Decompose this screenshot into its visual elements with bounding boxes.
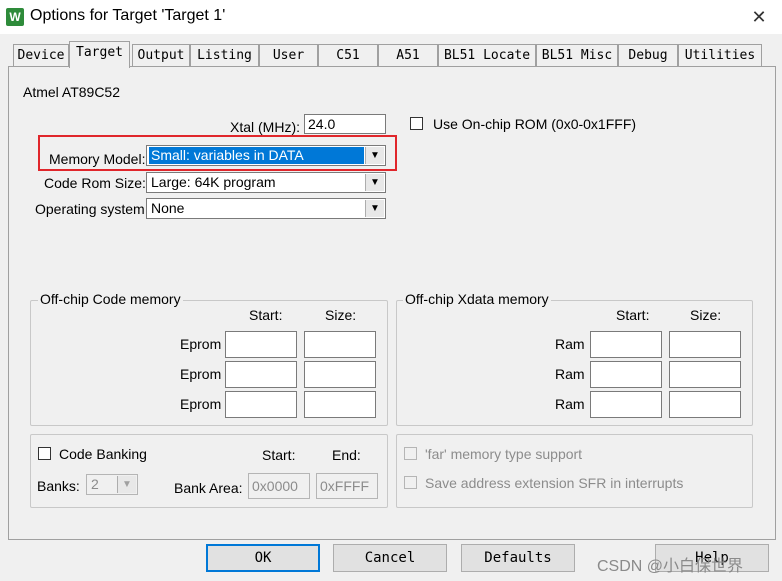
offchip-xdata-title: Off-chip Xdata memory: [403, 291, 551, 307]
ram-start-input[interactable]: [590, 391, 662, 418]
tab-bl51-misc[interactable]: BL51 Misc: [536, 44, 618, 67]
tab-target[interactable]: Target: [69, 41, 130, 68]
operating-system-value: None: [151, 200, 185, 216]
far-memory-label: 'far' memory type support: [425, 446, 583, 462]
xtal-input[interactable]: 24.0: [304, 114, 386, 134]
banks-value: 2: [91, 476, 99, 492]
xtal-label: Xtal (MHz):: [230, 119, 300, 135]
eprom-label: Eprom: [180, 396, 222, 412]
close-icon[interactable]: ✕: [742, 2, 776, 32]
offchip-xdata-start-header: Start:: [616, 307, 650, 323]
offchip-code-size-header: Size:: [325, 307, 357, 323]
offchip-code-title: Off-chip Code memory: [38, 291, 183, 307]
eprom-size-input[interactable]: [304, 331, 376, 358]
operating-system-select[interactable]: None ▼: [146, 198, 386, 219]
window-title: Options for Target 'Target 1': [30, 7, 226, 24]
keil-app-icon: W: [6, 8, 24, 26]
code-banking-checkbox[interactable]: [38, 447, 51, 460]
tab-device[interactable]: Device: [13, 44, 69, 67]
ram-size-input[interactable]: [669, 331, 741, 358]
far-memory-checkbox[interactable]: [404, 447, 417, 460]
use-onchip-rom-label: Use On-chip ROM (0x0-0x1FFF): [433, 116, 637, 132]
ram-size-input[interactable]: [669, 361, 741, 388]
eprom-start-input[interactable]: [225, 361, 297, 388]
eprom-start-input[interactable]: [225, 391, 297, 418]
tab-a51[interactable]: A51: [378, 44, 438, 67]
eprom-label: Eprom: [180, 336, 222, 352]
title-bar: W Options for Target 'Target 1' ✕: [0, 0, 782, 34]
eprom-start-input[interactable]: [225, 331, 297, 358]
bank-area-start-input[interactable]: 0x0000: [248, 473, 310, 499]
ok-button[interactable]: OK: [206, 544, 320, 572]
ram-start-input[interactable]: [590, 361, 662, 388]
eprom-size-input[interactable]: [304, 391, 376, 418]
ram-start-input[interactable]: [590, 331, 662, 358]
memory-model-highlight-box: [38, 135, 397, 171]
tab-utilities[interactable]: Utilities: [678, 44, 762, 67]
code-rom-size-value: Large: 64K program: [151, 174, 276, 190]
operating-system-label: Operating system:: [35, 201, 149, 217]
ram-label: Ram: [555, 336, 585, 352]
bank-area-label: Bank Area:: [174, 480, 243, 496]
tab-listing[interactable]: Listing: [190, 44, 259, 67]
device-name: Atmel AT89C52: [23, 84, 121, 100]
tab-output[interactable]: Output: [132, 44, 190, 67]
csdn-watermark: CSDN @小白保世界: [597, 558, 744, 575]
offchip-xdata-size-header: Size:: [690, 307, 722, 323]
bank-area-end-input[interactable]: 0xFFFF: [316, 473, 378, 499]
chevron-down-icon[interactable]: ▼: [365, 200, 384, 217]
cancel-button[interactable]: Cancel: [333, 544, 447, 572]
code-rom-size-select[interactable]: Large: 64K program ▼: [146, 172, 386, 193]
chevron-down-icon[interactable]: ▼: [117, 476, 136, 493]
ram-size-input[interactable]: [669, 391, 741, 418]
eprom-label: Eprom: [180, 366, 222, 382]
tab-debug[interactable]: Debug: [618, 44, 678, 67]
tab-bl51-locate[interactable]: BL51 Locate: [438, 44, 536, 67]
ram-label: Ram: [555, 396, 585, 412]
save-sfr-checkbox[interactable]: [404, 476, 417, 489]
bank-end-header: End:: [332, 447, 361, 463]
chevron-down-icon[interactable]: ▼: [365, 174, 384, 191]
defaults-button[interactable]: Defaults: [461, 544, 575, 572]
eprom-size-input[interactable]: [304, 361, 376, 388]
ram-label: Ram: [555, 366, 585, 382]
use-onchip-rom-checkbox[interactable]: [410, 117, 423, 130]
offchip-code-start-header: Start:: [249, 307, 283, 323]
bank-start-header: Start:: [262, 447, 296, 463]
banks-label: Banks:: [37, 478, 80, 494]
banks-select[interactable]: 2 ▼: [86, 474, 138, 495]
tab-c51[interactable]: C51: [318, 44, 378, 67]
code-banking-label: Code Banking: [59, 446, 147, 462]
save-sfr-label: Save address extension SFR in interrupts: [425, 475, 684, 491]
tab-user[interactable]: User: [259, 44, 318, 67]
code-rom-size-label: Code Rom Size:: [44, 175, 146, 191]
